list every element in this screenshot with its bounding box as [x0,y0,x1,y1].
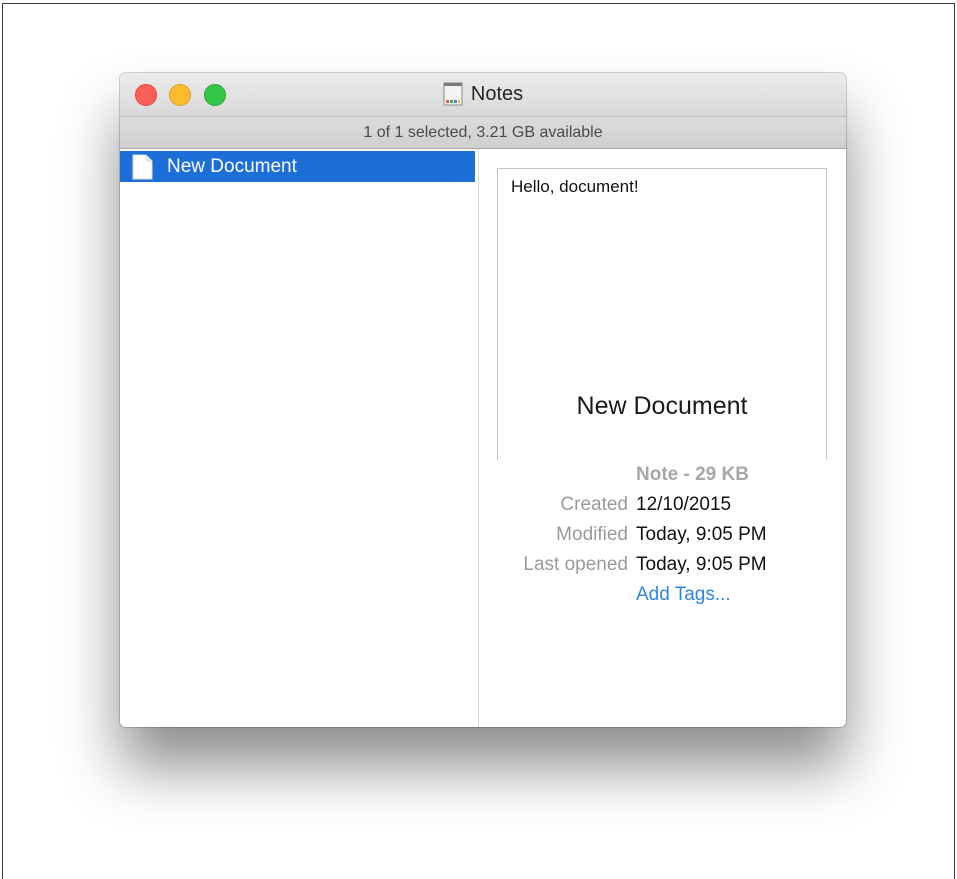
preview-document-title: New Document [576,392,748,420]
info-kind: Note - 29 KB [636,464,749,485]
add-tags-row: Add Tags... [479,584,846,614]
info-value: Today, 9:05 PM [636,524,767,545]
document-icon [132,154,153,179]
info-row-last-opened: Last opened Today, 9:05 PM [479,554,846,584]
info-label: Last opened [523,554,628,575]
notes-document-icon [443,82,463,106]
window-title: Notes [120,79,846,109]
status-bar-text: 1 of 1 selected, 3.21 GB available [363,123,603,141]
add-tags-link[interactable]: Add Tags... [636,584,731,606]
info-row-modified: Modified Today, 9:05 PM [479,524,846,554]
info-value: 12/10/2015 [636,494,732,515]
list-item-label: New Document [167,155,297,177]
window-title-text: Notes [470,82,524,105]
info-row-created: Created 12/10/2015 [479,494,846,524]
notes-window: Notes 1 of 1 selected, 3.21 GB available… [120,73,846,727]
file-list[interactable]: New Document [120,149,479,727]
info-label: Created [560,494,628,515]
document-preview[interactable]: Hello, document! New Document [497,168,827,460]
info-panel: Note - 29 KB Created 12/10/2015 Modified… [479,464,846,614]
info-label: Modified [556,524,628,545]
list-item-new-document[interactable]: New Document [120,151,475,182]
preview-pane: Hello, document! New Document Note - 29 … [479,149,846,727]
title-bar[interactable]: Notes [120,73,846,116]
info-kind-row: Note - 29 KB [479,464,846,494]
preview-content-text: Hello, document! [511,177,639,196]
info-value: Today, 9:05 PM [636,554,767,575]
status-bar: 1 of 1 selected, 3.21 GB available [120,116,846,149]
